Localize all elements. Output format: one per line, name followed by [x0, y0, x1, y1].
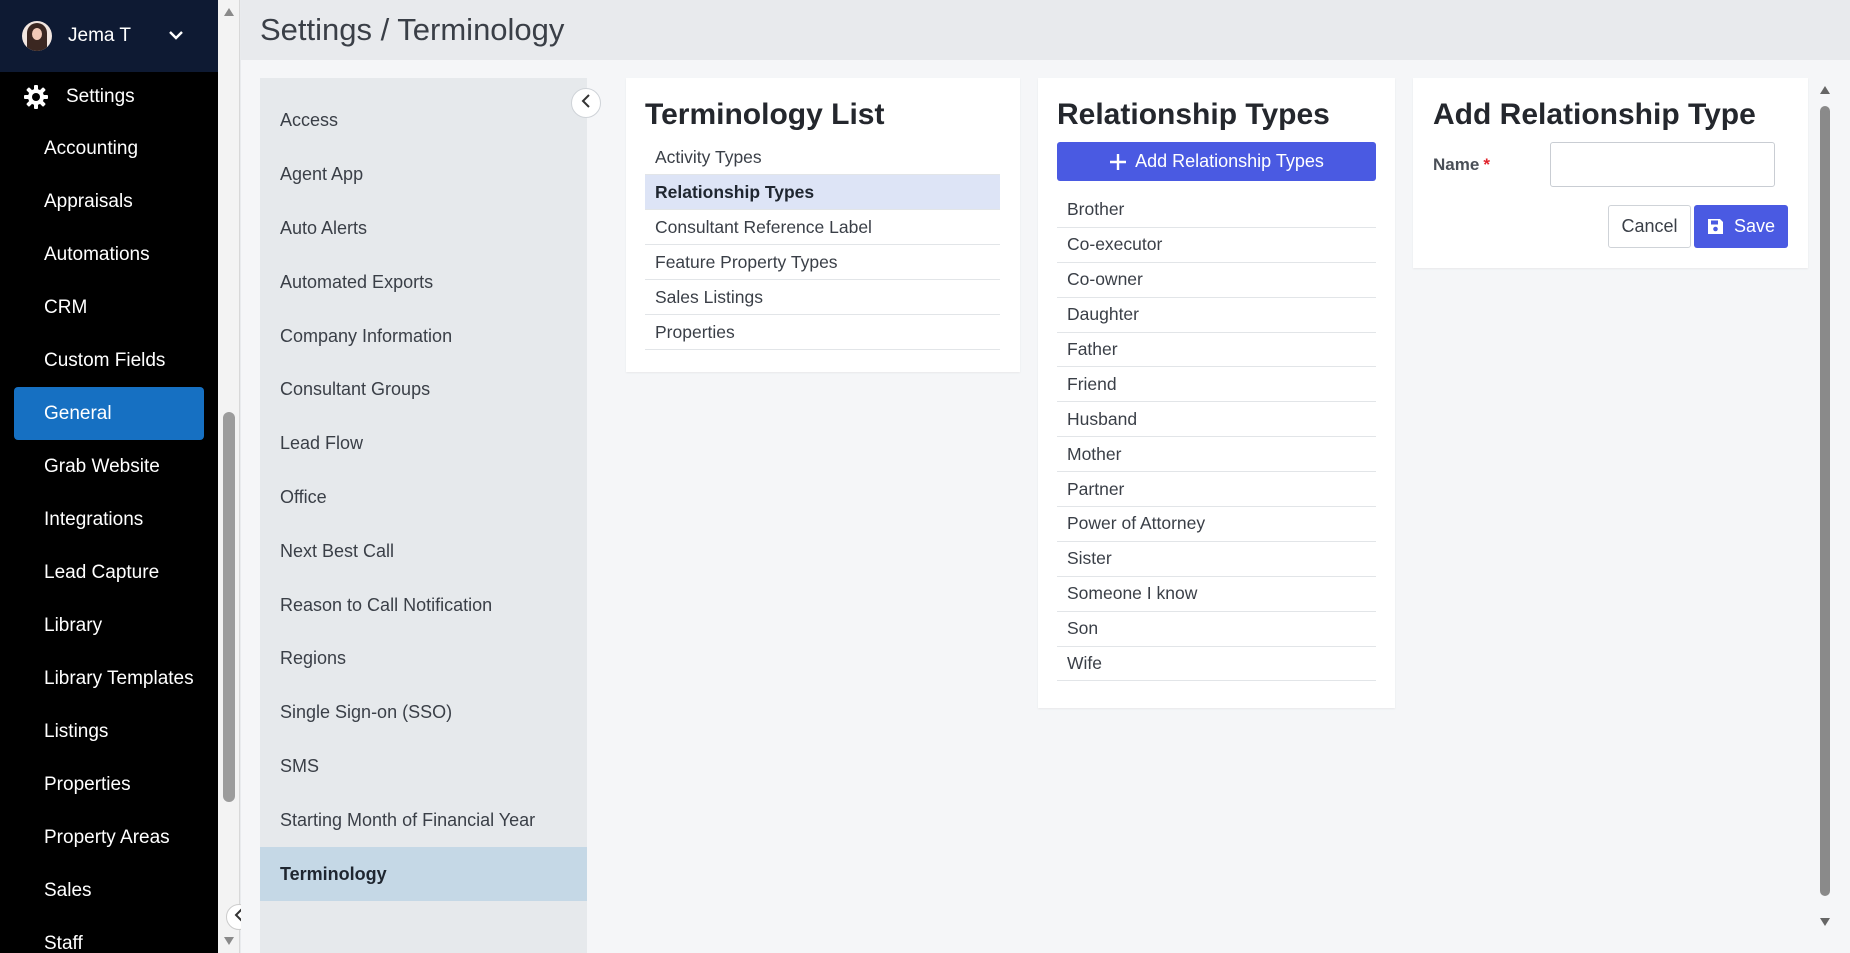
- settings-submenu: Access Agent App Auto Alerts Automated E…: [260, 78, 587, 953]
- gear-icon: [24, 85, 48, 109]
- nav-scrollbar[interactable]: [218, 0, 240, 953]
- required-mark: *: [1483, 154, 1490, 174]
- nav-settings-label: Settings: [66, 86, 135, 107]
- terminology-list-card: Terminology List Activity Types Relation…: [626, 78, 1020, 372]
- list-item[interactable]: Daughter: [1057, 298, 1376, 333]
- chevron-left-icon: [581, 93, 591, 113]
- submenu-item-sms[interactable]: SMS: [260, 740, 587, 794]
- main-nav: Jema T Settings Accounting Appraisals Au…: [0, 0, 218, 953]
- list-item[interactable]: Partner: [1057, 472, 1376, 508]
- terminology-item-consultant-reference-label[interactable]: Consultant Reference Label: [645, 210, 1000, 245]
- list-item[interactable]: Sister: [1057, 542, 1376, 577]
- scroll-up-arrow-icon[interactable]: [224, 8, 234, 16]
- nav-item-grab-website[interactable]: Grab Website: [0, 440, 218, 493]
- list-item[interactable]: Father: [1057, 333, 1376, 368]
- submenu-item-agent-app[interactable]: Agent App: [260, 148, 587, 202]
- terminology-item-activity-types[interactable]: Activity Types: [645, 140, 1000, 175]
- form-actions: Cancel Save: [1608, 205, 1788, 248]
- nav-item-library-templates[interactable]: Library Templates: [0, 652, 218, 705]
- user-name: Jema T: [68, 25, 132, 46]
- add-relationship-type-card: Add Relationship Type Name * Cancel Save: [1413, 78, 1808, 268]
- terminology-item-properties[interactable]: Properties: [645, 315, 1000, 350]
- save-button[interactable]: Save: [1694, 205, 1788, 248]
- nav-item-listings[interactable]: Listings: [0, 705, 218, 758]
- nav-item-sales[interactable]: Sales: [0, 864, 218, 917]
- floppy-disk-icon: [1707, 218, 1724, 235]
- content-scrollbar[interactable]: [1818, 80, 1832, 930]
- nav-item-property-areas[interactable]: Property Areas: [0, 811, 218, 864]
- nav-item-staff[interactable]: Staff: [0, 917, 218, 953]
- submenu-item-terminology[interactable]: Terminology: [260, 847, 587, 901]
- submenu-item-reason-to-call[interactable]: Reason to Call Notification: [260, 578, 587, 632]
- list-item[interactable]: Friend: [1057, 367, 1376, 403]
- collapse-submenu-button[interactable]: [571, 88, 601, 118]
- submenu-item-auto-alerts[interactable]: Auto Alerts: [260, 202, 587, 256]
- submenu-item-sso[interactable]: Single Sign-on (SSO): [260, 686, 587, 740]
- list-item[interactable]: Husband: [1057, 402, 1376, 438]
- submenu-item-access[interactable]: Access: [260, 94, 587, 148]
- add-relationship-types-label: Add Relationship Types: [1135, 151, 1324, 171]
- submenu-item-company-information[interactable]: Company Information: [260, 309, 587, 363]
- nav-item-integrations[interactable]: Integrations: [0, 493, 218, 546]
- nav-item-custom-fields[interactable]: Custom Fields: [0, 334, 218, 387]
- add-relationship-types-button[interactable]: Add Relationship Types: [1057, 142, 1376, 181]
- name-field-row: Name *: [1433, 142, 1788, 187]
- name-label: Name *: [1433, 155, 1550, 175]
- relationship-types-title: Relationship Types: [1057, 98, 1330, 131]
- submenu-item-consultant-groups[interactable]: Consultant Groups: [260, 363, 587, 417]
- terminology-list-title: Terminology List: [645, 98, 885, 131]
- submenu-item-next-best-call[interactable]: Next Best Call: [260, 524, 587, 578]
- name-input[interactable]: [1550, 142, 1775, 187]
- nav-settings[interactable]: Settings: [0, 72, 218, 122]
- submenu-item-office[interactable]: Office: [260, 471, 587, 525]
- plus-icon: [1109, 149, 1127, 175]
- content-scroll-thumb[interactable]: [1820, 106, 1830, 896]
- submenu-item-automated-exports[interactable]: Automated Exports: [260, 255, 587, 309]
- list-item[interactable]: Co-owner: [1057, 263, 1376, 298]
- page-title: Settings / Terminology: [241, 0, 1850, 60]
- scroll-down-arrow-icon[interactable]: [224, 937, 234, 945]
- name-label-text: Name: [1433, 154, 1480, 174]
- list-item[interactable]: Power of Attorney: [1057, 507, 1376, 542]
- cancel-button[interactable]: Cancel: [1608, 205, 1691, 248]
- avatar: [22, 21, 52, 51]
- user-menu[interactable]: Jema T: [0, 0, 218, 72]
- nav-item-lead-capture[interactable]: Lead Capture: [0, 546, 218, 599]
- relationship-types-card: Relationship Types Add Relationship Type…: [1038, 78, 1395, 708]
- terminology-item-sales-listings[interactable]: Sales Listings: [645, 280, 1000, 315]
- list-item[interactable]: Mother: [1057, 437, 1376, 473]
- nav-list: Accounting Appraisals Automations CRM Cu…: [0, 122, 218, 953]
- submenu-item-regions[interactable]: Regions: [260, 632, 587, 686]
- nav-item-appraisals[interactable]: Appraisals: [0, 175, 218, 228]
- nav-item-properties[interactable]: Properties: [0, 758, 218, 811]
- submenu-item-lead-flow[interactable]: Lead Flow: [260, 417, 587, 471]
- list-item[interactable]: Wife: [1057, 647, 1376, 682]
- scroll-down-arrow-icon[interactable]: [1820, 918, 1830, 926]
- nav-item-crm[interactable]: CRM: [0, 281, 218, 334]
- add-relationship-type-title: Add Relationship Type: [1433, 98, 1756, 131]
- nav-item-accounting[interactable]: Accounting: [0, 122, 218, 175]
- list-item[interactable]: Son: [1057, 612, 1376, 647]
- nav-item-general[interactable]: General: [14, 387, 204, 440]
- scroll-up-arrow-icon[interactable]: [1820, 86, 1830, 94]
- chevron-down-icon[interactable]: [168, 27, 184, 45]
- save-label: Save: [1733, 216, 1776, 236]
- nav-scroll-thumb[interactable]: [223, 412, 235, 802]
- terminology-item-feature-property-types[interactable]: Feature Property Types: [645, 245, 1000, 280]
- list-item[interactable]: Brother: [1057, 193, 1376, 228]
- list-item[interactable]: Co-executor: [1057, 228, 1376, 263]
- submenu-item-financial-year[interactable]: Starting Month of Financial Year: [260, 793, 587, 847]
- nav-item-library[interactable]: Library: [0, 599, 218, 652]
- terminology-item-relationship-types[interactable]: Relationship Types: [645, 175, 1000, 210]
- list-item[interactable]: Someone I know: [1057, 577, 1376, 612]
- nav-item-automations[interactable]: Automations: [0, 228, 218, 281]
